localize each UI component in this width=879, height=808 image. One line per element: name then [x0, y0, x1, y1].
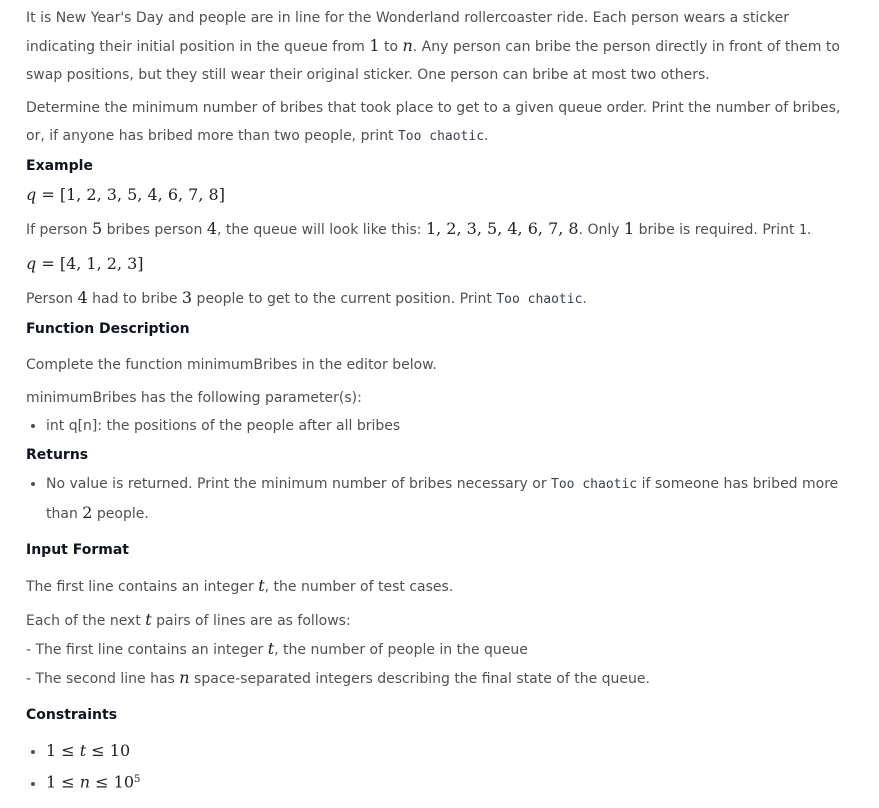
- math-text: 1 ≤: [46, 772, 80, 792]
- math-text: ≤ 10: [86, 741, 131, 760]
- text: , the queue will look like this:: [217, 222, 426, 238]
- text: Each of the next: [26, 613, 146, 629]
- intro-text: to: [379, 39, 403, 55]
- constraint-item: 1 ≤ t ≤ 10: [46, 737, 859, 766]
- math-array: = [1, 2, 3, 5, 4, 6, 7, 8]: [36, 185, 225, 204]
- example-explanation-2: Person 4 had to bribe 3 people to get to…: [26, 284, 859, 314]
- example-q2: q = [4, 1, 2, 3]: [26, 250, 859, 279]
- math-num: 1: [624, 219, 635, 238]
- math-seq: 1, 2, 3, 5, 4, 6, 7, 8: [425, 219, 579, 238]
- text: The first line contains an integer: [26, 579, 259, 595]
- math-one: 1: [369, 36, 380, 55]
- text: .: [806, 222, 812, 238]
- parameters-line: minimumBribes has the following paramete…: [26, 390, 362, 406]
- example-explanation-1: If person 5 bribes person 4, the queue w…: [26, 215, 859, 245]
- text: . Only: [578, 222, 625, 238]
- text: , the number of people in the queue: [274, 642, 528, 658]
- math-n: n: [402, 36, 413, 55]
- constraint-item: 1 ≤ n ≤ 105: [46, 766, 859, 798]
- math-q: q: [26, 254, 37, 273]
- task-text: .: [484, 128, 489, 144]
- text: people to get to the current position. P…: [192, 291, 497, 307]
- math-num: 5: [91, 219, 103, 238]
- code-too-chaotic: Too chaotic: [551, 477, 638, 492]
- math-n: n: [179, 668, 190, 687]
- math-num: 4: [77, 288, 88, 307]
- intro-paragraph: It is New Year's Day and people are in l…: [26, 4, 859, 89]
- text: people.: [92, 506, 149, 522]
- text: .: [582, 291, 587, 307]
- parameter-list: int q[n]: the positions of the people af…: [26, 412, 859, 440]
- math-text: ≤ 10: [90, 772, 135, 792]
- code-output: 1: [798, 223, 807, 238]
- text: bribe is required. Print: [634, 222, 799, 238]
- math-num: 2: [82, 503, 93, 522]
- input-line-3: - The first line contains an integer t, …: [26, 635, 859, 664]
- text: No value is returned. Print the minimum …: [46, 476, 552, 492]
- task-paragraph: Determine the minimum number of bribes t…: [26, 94, 859, 151]
- input-line-1: The first line contains an integer t, th…: [26, 572, 859, 601]
- math-q: q: [26, 185, 37, 204]
- text: space-separated integers describing the …: [189, 671, 650, 687]
- text: bribes person: [102, 222, 207, 238]
- text: If person: [26, 222, 92, 238]
- input-line-2: Each of the next t pairs of lines are as…: [26, 606, 859, 635]
- math-num: 4: [206, 219, 217, 238]
- returns-item: No value is returned. Print the minimum …: [46, 470, 859, 528]
- text: had to bribe: [87, 291, 182, 307]
- example-heading: Example: [26, 158, 93, 174]
- text: , the number of test cases.: [264, 579, 454, 595]
- function-description-line: Complete the function minimumBribes in t…: [26, 357, 437, 373]
- text: - The second line has: [26, 671, 180, 687]
- input-format-heading: Input Format: [26, 542, 129, 558]
- text: pairs of lines are as follows:: [151, 613, 351, 629]
- parameter-item: int q[n]: the positions of the people af…: [46, 412, 859, 440]
- math-array: = [4, 1, 2, 3]: [36, 254, 144, 273]
- code-too-chaotic: Too chaotic: [397, 129, 485, 144]
- problem-statement: It is New Year's Day and people are in l…: [0, 0, 879, 798]
- text: - The first line contains an integer: [26, 642, 268, 658]
- math-text: 1 ≤: [46, 741, 80, 760]
- math-n: n: [79, 772, 91, 792]
- math-exponent: 5: [134, 774, 141, 785]
- code-too-chaotic: Too chaotic: [496, 292, 583, 307]
- constraints-list: 1 ≤ t ≤ 10 1 ≤ n ≤ 105: [26, 737, 859, 798]
- constraints-heading: Constraints: [26, 707, 118, 723]
- math-num: 3: [181, 288, 193, 307]
- returns-heading: Returns: [26, 447, 89, 463]
- function-description-heading: Function Description: [26, 321, 190, 337]
- input-line-4: - The second line has n space-separated …: [26, 664, 859, 693]
- example-q1: q = [1, 2, 3, 5, 4, 6, 7, 8]: [26, 181, 859, 210]
- text: Person: [26, 291, 78, 307]
- returns-list: No value is returned. Print the minimum …: [26, 470, 859, 528]
